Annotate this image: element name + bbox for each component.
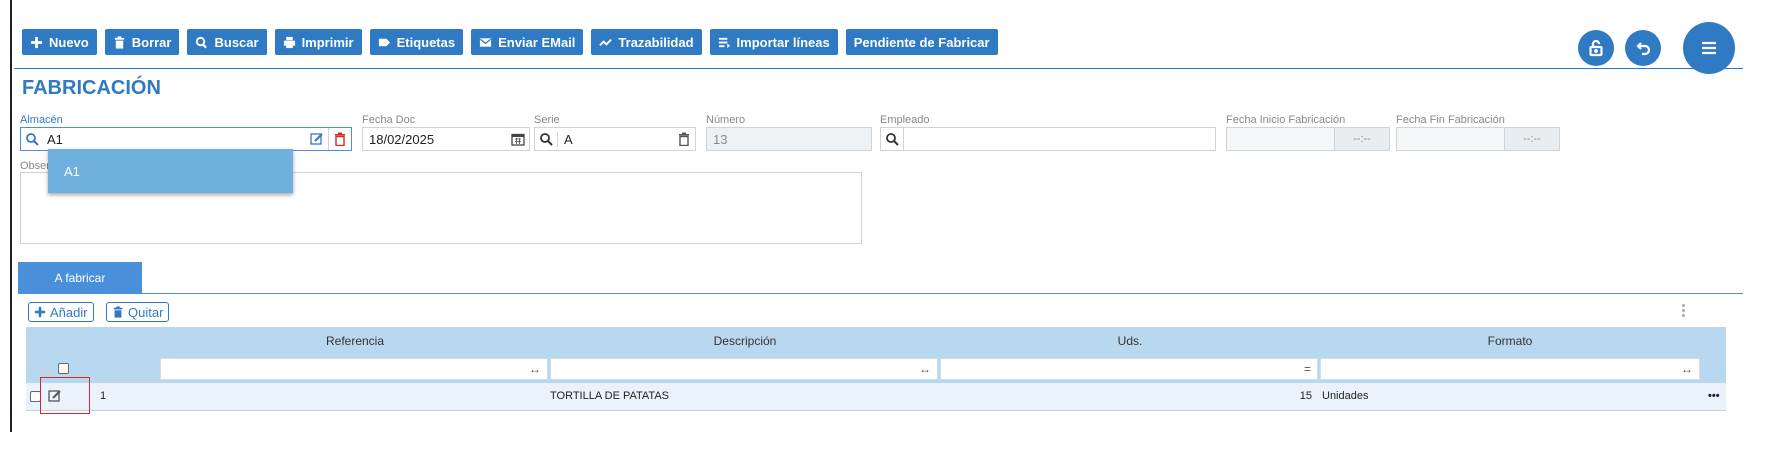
empleado-label: Empleado [880,114,930,126]
highlight-box [40,377,90,414]
cell-descripcion: TORTILLA DE PATATAS [550,390,669,402]
print-button[interactable]: Imprimir [274,29,362,55]
toolbar-divider [14,68,1743,69]
printer-icon [283,36,295,48]
pending-manufacture-button[interactable]: Pendiente de Fabricar [845,29,998,55]
left-border [10,0,12,432]
delete-button-label: Borrar [131,34,172,50]
undo-icon [1636,42,1651,56]
delete-button[interactable]: Borrar [104,29,180,55]
send-email-button[interactable]: Enviar EMail [471,29,584,55]
new-button[interactable]: Nuevo [22,29,97,55]
observaciones-label: Obser [20,160,50,172]
fecha-inicio-field[interactable]: --:-- [1226,127,1390,151]
fecha-doc-label: Fecha Doc [362,114,416,126]
plus-icon [34,306,46,318]
dropdown-option-label: A1 [64,163,80,179]
column-header-referencia[interactable]: Referencia [160,327,550,355]
column-header-descripcion[interactable]: Descripción [550,327,940,355]
send-email-button-label: Enviar EMail [498,34,576,50]
filter-referencia[interactable]: ↔ [160,358,548,380]
undo-button[interactable] [1625,30,1661,66]
pending-manufacture-button-label: Pendiente de Fabricar [853,34,990,50]
grid-header: Referencia Descripción Uds. Formato [26,327,1726,355]
menu-button[interactable] [1683,22,1735,74]
search-icon[interactable] [881,128,903,150]
labels-button-label: Etiquetas [396,34,456,50]
trash-icon [114,35,124,49]
select-all-checkbox[interactable] [58,363,69,374]
numero-label: Número [706,114,746,126]
new-button-label: Nuevo [49,34,89,50]
fecha-fin-time[interactable]: --:-- [1504,128,1559,150]
plus-icon [30,36,43,48]
hamburger-icon [1702,41,1716,55]
grid-filter-row: ↔ ↔ = ↔ [26,355,1726,383]
serie-label: Serie [534,114,560,126]
toolbar: Nuevo Borrar Buscar Imprimir Etiquetas E… [22,29,998,55]
fecha-doc-field[interactable]: 18/02/2025 [362,127,530,151]
tab-a-fabricar[interactable]: A fabricar [18,262,142,294]
almacen-field[interactable]: A1 [20,127,352,151]
traceability-button-label: Trazabilidad [618,34,694,50]
fecha-doc-value[interactable]: 18/02/2025 [363,132,507,147]
almacen-dropdown-option[interactable]: A1 [48,149,293,193]
empleado-value[interactable] [903,128,1215,150]
search-icon[interactable] [21,128,43,150]
empleado-field[interactable] [880,127,1216,151]
serie-value[interactable]: A [557,131,673,147]
page-title: FABRICACIÓN [22,77,161,99]
trash-icon[interactable] [673,128,695,150]
search-icon [196,36,208,49]
tag-icon [378,38,390,46]
edit-icon[interactable] [306,128,328,150]
add-line-label: Añadir [50,304,88,320]
unlock-icon [1589,39,1603,57]
filter-formato[interactable]: ↔ [1320,358,1700,380]
row-more-icon[interactable]: ••• [1708,383,1720,410]
calendar-icon[interactable] [507,128,529,150]
fecha-inicio-time[interactable]: --:-- [1334,128,1389,150]
add-line-button[interactable]: Añadir [28,302,94,322]
column-header-formato[interactable]: Formato [1320,327,1700,355]
search-button[interactable]: Buscar [187,29,267,55]
almacen-value[interactable]: A1 [43,132,306,147]
almacen-label: Almacén [20,114,63,126]
filter-uds[interactable]: = [940,358,1318,380]
cell-formato: Unidades [1322,390,1369,402]
remove-line-button[interactable]: Quitar [106,302,170,322]
traceability-button[interactable]: Trazabilidad [591,29,702,55]
labels-button[interactable]: Etiquetas [369,29,464,55]
numero-field: 13 [706,127,872,151]
remove-line-label: Quitar [128,304,164,320]
trash-icon [113,306,123,318]
fecha-fin-field[interactable]: --:-- [1396,127,1560,151]
import-lines-icon [718,37,730,48]
import-lines-button[interactable]: Importar líneas [709,29,838,55]
trash-icon[interactable] [328,128,351,150]
import-lines-button-label: Importar líneas [736,34,830,50]
column-header-uds[interactable]: Uds. [940,327,1320,355]
cell-referencia: 1 [100,390,107,402]
filter-descripcion[interactable]: ↔ [550,358,938,380]
table-row[interactable]: 1 TORTILLA DE PATATAS 15 Unidades ••• [26,383,1726,411]
fecha-fin-label: Fecha Fin Fabricación [1396,114,1505,126]
fecha-inicio-label: Fecha Inicio Fabricación [1226,114,1346,126]
grid-options-icon[interactable] [1682,304,1686,319]
print-button-label: Imprimir [301,34,354,50]
serie-field[interactable]: A [534,127,696,151]
tab-divider [18,293,1743,294]
numero-value: 13 [713,131,728,147]
search-icon[interactable] [535,128,557,150]
trend-icon [599,38,613,46]
cell-uds: 15 [1299,390,1312,402]
lock-button[interactable] [1578,30,1614,66]
search-button-label: Buscar [214,34,259,50]
tab-a-fabricar-label: A fabricar [54,271,106,285]
mail-icon [480,37,492,47]
